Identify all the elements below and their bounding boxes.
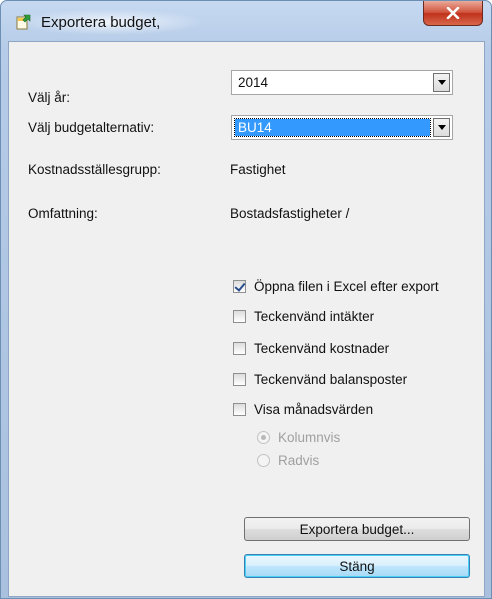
checkbox-label: Öppna filen i Excel efter export xyxy=(254,278,439,294)
chevron-down-icon[interactable] xyxy=(433,73,450,92)
column-wise-radio[interactable]: Kolumnvis xyxy=(257,428,340,446)
checkbox-box[interactable] xyxy=(233,341,246,355)
row-wise-radio[interactable]: Radvis xyxy=(257,451,319,469)
budget-alternative-select[interactable]: BU14 xyxy=(231,115,453,140)
invert-balance-checkbox[interactable]: Teckenvänd balansposter xyxy=(233,370,407,388)
year-select[interactable]: 2014 xyxy=(231,70,453,95)
chevron-down-icon[interactable] xyxy=(433,118,450,137)
checkbox-box[interactable] xyxy=(233,402,246,416)
checkbox-label: Visa månadsvärden xyxy=(254,401,374,417)
radio-dot[interactable] xyxy=(257,453,270,467)
checkbox-box[interactable] xyxy=(233,372,246,386)
checkbox-box[interactable] xyxy=(233,279,246,293)
radio-dot[interactable] xyxy=(257,430,270,444)
checkbox-label: Teckenvänd kostnader xyxy=(254,340,390,356)
window-close-button[interactable] xyxy=(423,1,483,26)
export-budget-dialog: Exportera budget, Välj år: 2014 Välj bud… xyxy=(0,0,492,599)
open-in-excel-checkbox[interactable]: Öppna filen i Excel efter export xyxy=(233,277,439,295)
cost-center-group-label: Kostnadsställesgrupp: xyxy=(28,162,161,177)
checkbox-label: Teckenvänd balansposter xyxy=(254,371,408,387)
year-select-value: 2014 xyxy=(238,75,269,90)
close-icon xyxy=(446,7,460,19)
invert-costs-checkbox[interactable]: Teckenvänd kostnader xyxy=(233,339,389,357)
checkbox-label: Teckenvänd intäkter xyxy=(254,308,375,324)
checkbox-box[interactable] xyxy=(233,309,246,323)
scope-label: Omfattning: xyxy=(28,206,98,221)
cost-center-group-value: Fastighet xyxy=(230,162,286,177)
show-monthly-values-checkbox[interactable]: Visa månadsvärden xyxy=(233,400,373,418)
year-label: Välj år: xyxy=(28,90,71,105)
close-button[interactable]: Stäng xyxy=(244,554,470,578)
budget-alternative-select-value: BU14 xyxy=(234,118,431,137)
export-document-icon xyxy=(16,14,31,30)
export-budget-button[interactable]: Exportera budget... xyxy=(244,517,470,541)
window-title: Exportera budget, xyxy=(41,14,161,31)
budget-alternative-label: Välj budgetalternativ: xyxy=(28,120,155,135)
radio-label: Radvis xyxy=(278,452,320,468)
invert-income-checkbox[interactable]: Teckenvänd intäkter xyxy=(233,307,374,325)
title-bar[interactable]: Exportera budget, xyxy=(1,1,491,41)
scope-value: Bostadsfastigheter / xyxy=(230,206,350,221)
radio-label: Kolumnvis xyxy=(278,429,341,445)
dialog-body: Välj år: 2014 Välj budgetalternativ: BU1… xyxy=(8,41,485,597)
